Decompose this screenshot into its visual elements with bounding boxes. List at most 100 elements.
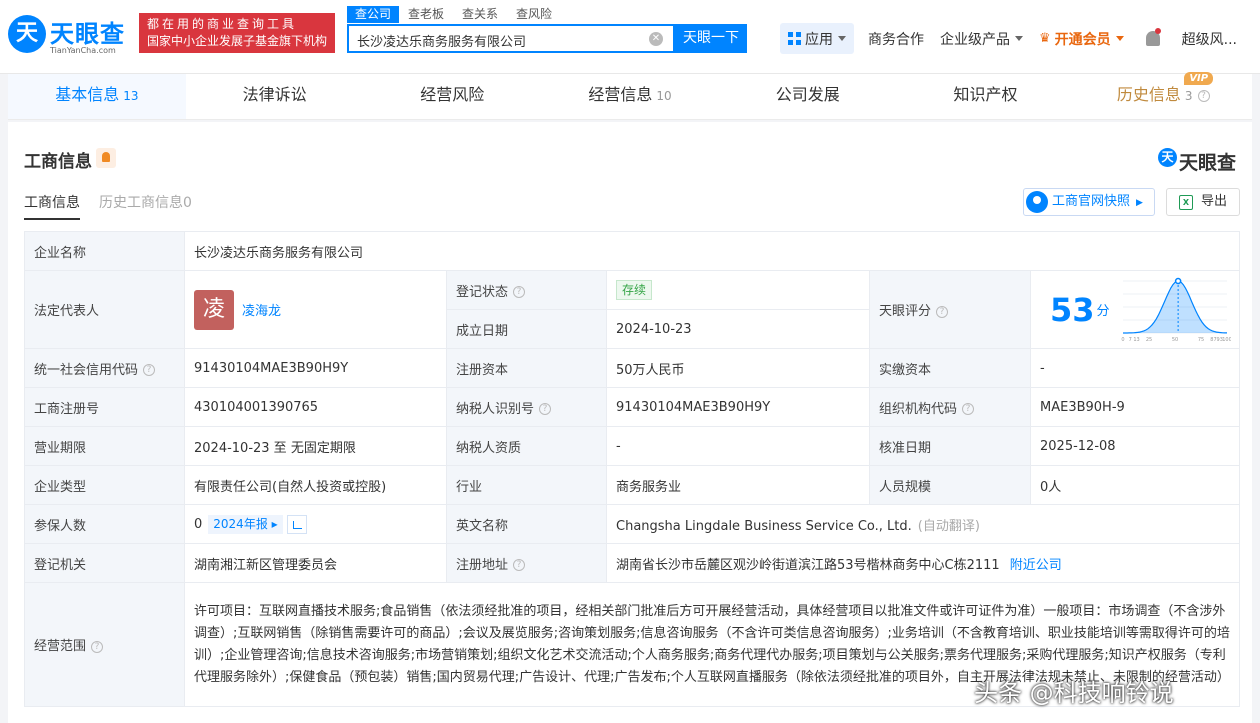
vip-menu[interactable]: ♛ 开通会员 <box>1031 23 1132 54</box>
search-box[interactable]: 长沙凌达乐商务服务有限公司 ✕ <box>347 24 675 53</box>
excel-icon: X <box>1179 195 1193 210</box>
label-text: 登记状态 <box>456 284 509 300</box>
chevron-right-icon: ▶ <box>1136 198 1143 208</box>
tab-development[interactable]: 公司发展 <box>719 74 897 119</box>
annual-report-label: 2024年报 <box>213 516 268 531</box>
subtab-history-business-info[interactable]: 历史工商信息0 <box>99 192 192 212</box>
annual-report-dropdown[interactable]: 2024年报 ▸ <box>208 514 283 534</box>
nearby-companies-link[interactable]: 附近公司 <box>1010 558 1062 573</box>
official-snapshot-label: 工商官网快照 <box>1052 194 1131 209</box>
legal-rep-link[interactable]: 凌海龙 <box>242 304 281 319</box>
status-badge: 存续 <box>616 280 653 300</box>
company-tabs: 基本信息 13 法律诉讼 经营风险 经营信息 10 公司发展 知识产权 VIP 历史信… <box>8 72 1252 120</box>
vip-badge: VIP <box>1184 72 1214 85</box>
help-icon[interactable]: ? <box>936 305 949 318</box>
score-unit: 分 <box>1096 304 1110 319</box>
score-distribution-chart: 0 7 13 25 50 75 87 93 100 <box>1121 277 1231 343</box>
table-row: 统一社会信用代码? 91430104MAE3B90H9Y 注册资本 50万人民币… <box>24 348 1241 388</box>
table-row: 登记机关 湖南湘江新区管理委员会 注册地址? 湖南省长沙市岳麓区观沙岭街道滨江路… <box>24 543 1241 583</box>
tab-count: 10 <box>656 89 672 103</box>
logo-name: 天眼查 <box>50 20 125 48</box>
tab-risk[interactable]: 经营风险 <box>363 74 541 119</box>
value-taxpayer-id: 91430104MAE3B90H9Y <box>606 387 870 427</box>
tab-history[interactable]: VIP 历史信息 3? <box>1074 72 1252 119</box>
help-icon[interactable]: ? <box>962 403 975 415</box>
help-icon[interactable]: ? <box>539 403 552 415</box>
address-text: 湖南省长沙市岳麓区观沙岭街道滨江路53号楷林商务中心C栋2111 <box>616 557 1000 573</box>
label-authority: 登记机关 <box>24 543 185 583</box>
value-authority: 湖南湘江新区管理委员会 <box>184 543 447 583</box>
search-input[interactable]: 长沙凌达乐商务服务有限公司 <box>357 31 526 50</box>
value-org-code: MAE3B90H-9 <box>1029 387 1241 427</box>
value-reg-number: 430104001390765 <box>184 387 447 427</box>
crown-icon: ♛ <box>1039 31 1051 46</box>
score-value: 53 <box>1050 290 1095 329</box>
watermark: 头条 @科技响铃说 <box>974 679 1174 707</box>
logo-domain: TianYanCha.com <box>50 46 116 55</box>
value-company-name: 长沙凌达乐商务服务有限公司 <box>183 231 1241 271</box>
help-icon[interactable]: ? <box>1197 89 1210 102</box>
search-button[interactable]: 天眼一下 <box>675 24 747 53</box>
label-established: 成立日期 <box>446 309 607 349</box>
tick-label: 7 <box>1129 337 1132 343</box>
tab-count: 3 <box>1184 89 1193 103</box>
export-label: 导出 <box>1201 194 1228 209</box>
export-button[interactable]: X 导出 <box>1166 188 1240 216</box>
label-score: 天眼评分? <box>869 270 1031 349</box>
label-text: 组织机构代码 <box>879 401 958 417</box>
avatar[interactable]: 凌 <box>194 289 234 330</box>
enterprise-products-menu[interactable]: 企业级产品 <box>932 23 1031 54</box>
site-logo[interactable]: 天 天眼查 TianYanCha.com <box>8 12 134 58</box>
value-established: 2024-10-23 <box>606 309 870 349</box>
tab-label: 知识产权 <box>953 85 1018 104</box>
tab-label: 公司发展 <box>775 85 840 104</box>
tab-label: 经营信息 <box>588 85 653 104</box>
business-cooperation-link[interactable]: 商务合作 <box>860 23 932 54</box>
subscribe-bell-icon[interactable] <box>96 148 116 168</box>
tick-label: 75 <box>1198 337 1204 343</box>
search-type-tabs: 查公司 查老板 查关系 查风险 <box>347 6 561 23</box>
value-score[interactable]: 53 分 0 7 13 25 50 75 87 93 100 <box>1029 270 1241 349</box>
label-text: 统一社会信用代码 <box>34 362 139 378</box>
search-tab-company[interactable]: 查公司 <box>347 6 400 23</box>
label-staff-size: 人员规模 <box>869 465 1031 505</box>
tab-label: 经营风险 <box>420 85 485 104</box>
help-icon[interactable]: ? <box>143 364 156 376</box>
tab-operations[interactable]: 经营信息 10 <box>541 74 719 119</box>
user-menu[interactable]: 超级风... <box>1174 23 1245 54</box>
value-credit-code: 91430104MAE3B90H9Y <box>184 348 447 388</box>
chevron-down-icon <box>1015 36 1023 41</box>
search-tab-boss[interactable]: 查老板 <box>399 6 453 23</box>
help-icon[interactable]: ? <box>91 640 104 653</box>
label-reg-status: 登记状态? <box>446 270 607 310</box>
search-tab-relation[interactable]: 查关系 <box>453 6 507 23</box>
insured-count: 0 <box>194 516 203 532</box>
help-icon[interactable]: ? <box>513 559 526 571</box>
subtab-business-info[interactable]: 工商信息 <box>24 192 80 220</box>
help-icon[interactable]: ? <box>513 286 526 298</box>
label-company-name: 企业名称 <box>24 231 185 271</box>
slogan-line1: 都在用的商业查询工具 <box>147 17 298 31</box>
notification-button[interactable] <box>1132 23 1174 54</box>
label-org-code: 组织机构代码? <box>869 387 1031 427</box>
grid-icon <box>788 32 801 45</box>
user-name: 超级风... <box>1181 31 1238 48</box>
app-menu-button[interactable]: 应用 <box>780 23 854 54</box>
label-taxpayer-id: 纳税人识别号? <box>446 387 607 427</box>
score-marker <box>1174 277 1182 285</box>
label-approval-date: 核准日期 <box>869 426 1031 466</box>
chevron-down-icon <box>1115 36 1124 41</box>
value-term: 2024-10-23 至 无固定期限 <box>184 426 447 466</box>
tick-label: 50 <box>1172 337 1178 343</box>
chart-icon[interactable] <box>286 514 307 534</box>
label-insured: 参保人数 <box>24 504 185 544</box>
table-row: 工商注册号 430104001390765 纳税人识别号? 91430104MA… <box>24 387 1241 427</box>
official-snapshot-button[interactable]: 工商官网快照 ▶ <box>1023 188 1155 216</box>
tab-basic-info[interactable]: 基本信息 13 <box>8 74 186 119</box>
tab-ip[interactable]: 知识产权 <box>897 74 1075 119</box>
search-tab-risk[interactable]: 查风险 <box>507 6 561 23</box>
clear-icon[interactable]: ✕ <box>649 32 663 46</box>
tab-legal[interactable]: 法律诉讼 <box>186 74 364 119</box>
value-reg-status: 存续 <box>606 270 870 310</box>
label-industry: 行业 <box>446 465 607 505</box>
